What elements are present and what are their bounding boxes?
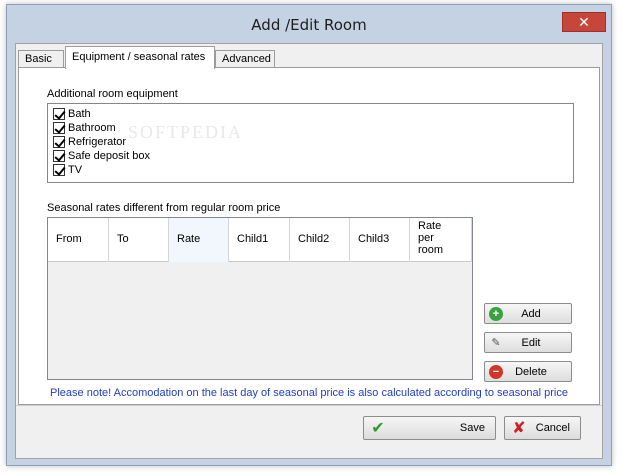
- seasonal-rates-grid[interactable]: From To Rate Child1 Child2 Child3 Rate p…: [47, 217, 473, 380]
- cancel-x-icon: ✘: [512, 420, 526, 437]
- cancel-button[interactable]: ✘ Cancel: [504, 416, 581, 440]
- equipment-item-label: Bath: [68, 108, 91, 120]
- equipment-item-label: Refrigerator: [68, 136, 127, 148]
- close-button[interactable]: ✕: [562, 12, 606, 32]
- column-header-child3[interactable]: Child3: [350, 218, 410, 262]
- equipment-section-label: Additional room equipment: [47, 88, 178, 100]
- equipment-item-bathroom[interactable]: Bathroom: [53, 121, 116, 135]
- delete-icon: −: [489, 364, 503, 379]
- edit-button[interactable]: ✎ Edit: [484, 332, 572, 353]
- checkbox-checked-icon[interactable]: [53, 150, 65, 162]
- save-button[interactable]: ✔ Save: [363, 416, 496, 440]
- column-header-from[interactable]: From: [48, 218, 109, 262]
- checkbox-checked-icon[interactable]: [53, 164, 65, 176]
- column-header-rate-per-room[interactable]: Rate per room: [410, 218, 472, 262]
- seasonal-rates-label: Seasonal rates different from regular ro…: [47, 202, 281, 214]
- equipment-item-label: TV: [68, 164, 83, 176]
- dialog-client-area: Basic Equipment / seasonal rates Advance…: [15, 43, 603, 459]
- column-header-to[interactable]: To: [109, 218, 169, 262]
- column-header-child1[interactable]: Child1: [229, 218, 290, 262]
- add-button[interactable]: + Add: [484, 303, 572, 324]
- checkbox-checked-icon[interactable]: [53, 136, 65, 148]
- grid-header-row: From To Rate Child1 Child2 Child3 Rate p…: [48, 218, 472, 262]
- edit-icon: ✎: [491, 336, 501, 349]
- delete-button[interactable]: − Delete: [484, 361, 572, 382]
- equipment-checklist: Bath Bathroom Refrigerator Safe deposit …: [47, 103, 574, 183]
- title-bar: Add /Edit Room ✕: [7, 5, 611, 43]
- add-edit-room-dialog: Add /Edit Room ✕ Basic Equipment / seaso…: [6, 4, 612, 466]
- column-header-rate[interactable]: Rate: [169, 218, 229, 262]
- checkbox-checked-icon[interactable]: [53, 108, 65, 120]
- equipment-item-label: Safe deposit box: [68, 150, 150, 162]
- seasonal-price-note: Please note! Accomodation on the last da…: [50, 387, 568, 399]
- footer-divider: [16, 405, 602, 406]
- equipment-item-label: Bathroom: [68, 122, 116, 134]
- checkmark-icon: ✔: [371, 420, 385, 437]
- watermark-logo: SOFTPEDIA: [128, 122, 244, 142]
- checkbox-checked-icon[interactable]: [53, 122, 65, 134]
- column-header-child2[interactable]: Child2: [290, 218, 350, 262]
- equipment-item-bath[interactable]: Bath: [53, 107, 91, 121]
- window-title: Add /Edit Room: [251, 16, 367, 34]
- equipment-item-refrigerator[interactable]: Refrigerator: [53, 135, 126, 149]
- add-icon: +: [489, 306, 503, 321]
- equipment-item-safe-deposit-box[interactable]: Safe deposit box: [53, 149, 150, 163]
- equipment-tab-panel: Additional room equipment Bath Bathroom …: [18, 67, 600, 405]
- equipment-item-tv[interactable]: TV: [53, 163, 82, 177]
- tab-equipment-seasonal-rates[interactable]: Equipment / seasonal rates: [65, 46, 215, 69]
